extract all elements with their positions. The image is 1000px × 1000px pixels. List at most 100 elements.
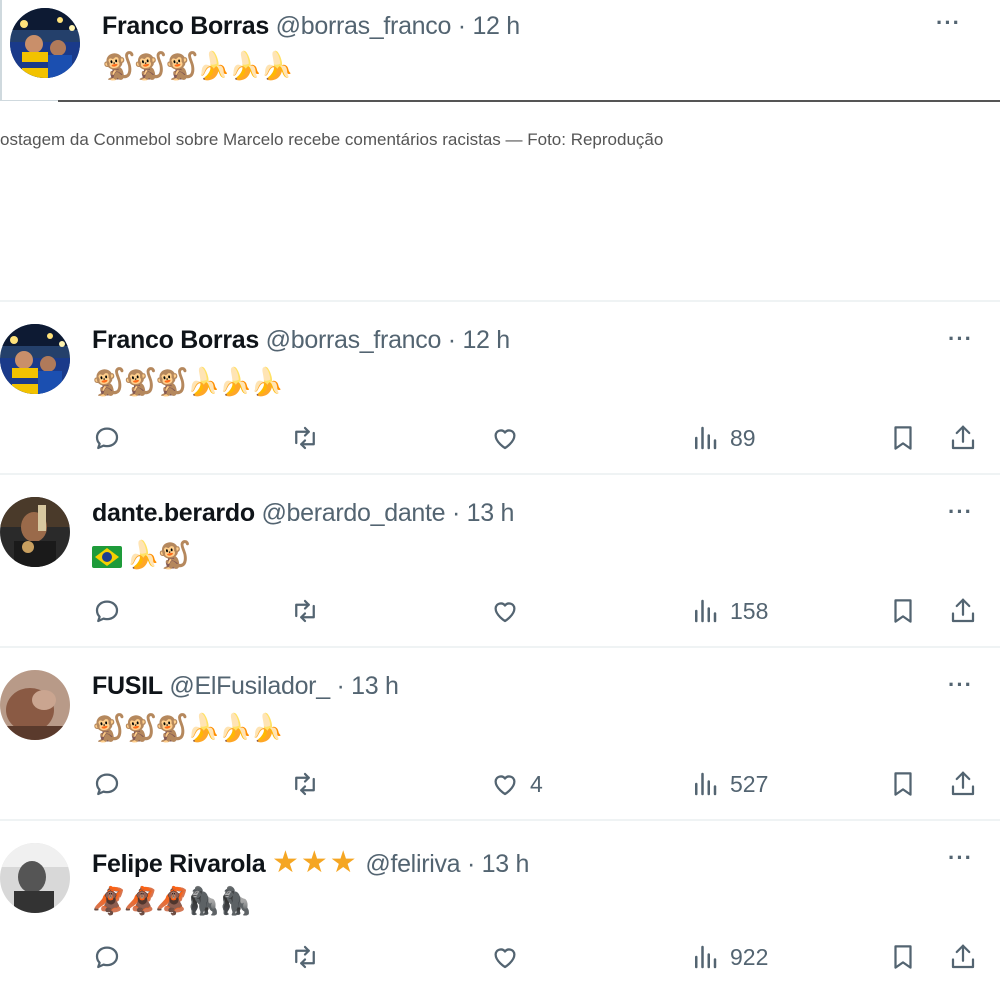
- more-icon[interactable]: ···: [948, 847, 973, 869]
- like-button[interactable]: 4: [490, 766, 543, 802]
- retweet-button[interactable]: [290, 766, 320, 802]
- tweet[interactable]: Franco Borras @borras_franco · 12 h 🐒🐒🐒🍌…: [0, 300, 1000, 475]
- avatar-fusil[interactable]: [0, 670, 70, 740]
- tweet-text: 🦧🦧🦧🦍🦍: [92, 886, 252, 917]
- like-count: 4: [530, 770, 543, 797]
- tweet-header: Felipe Rivarola ★★★ @feliriva · 13 h: [92, 845, 529, 880]
- heart-icon: [494, 429, 516, 450]
- tweet-text: 🐒🐒🐒🍌🍌🍌: [92, 367, 284, 398]
- avatar-franco-borras-top[interactable]: [10, 8, 80, 78]
- separator: ·: [466, 850, 475, 878]
- view-count: 922: [730, 943, 769, 970]
- tweet-text: 🐒🐒🐒🍌🍌🍌: [92, 713, 284, 744]
- tweet-text: 🍌🐒: [126, 540, 191, 571]
- bookmark-button[interactable]: [888, 939, 918, 975]
- timestamp[interactable]: 12 h: [472, 12, 520, 40]
- reply-icon: [95, 427, 119, 450]
- views-icon: [695, 772, 717, 796]
- action-bar: 4 527: [0, 766, 1000, 802]
- share-icon: [951, 944, 975, 969]
- user-handle[interactable]: @borras_franco: [266, 326, 442, 354]
- reply-icon: [95, 946, 119, 969]
- share-button[interactable]: [948, 939, 978, 975]
- card-border: [0, 0, 2, 100]
- stars-icon: ★★★: [272, 846, 359, 879]
- avatar-franco-borras[interactable]: [0, 324, 70, 394]
- like-button[interactable]: [490, 939, 530, 975]
- bookmark-icon: [894, 945, 912, 969]
- views-button[interactable]: 527: [690, 766, 768, 802]
- photo-caption: ostagem da Conmebol sobre Marcelo recebe…: [0, 130, 664, 149]
- view-count: 158: [730, 597, 769, 624]
- tweet-header: FUSIL @ElFusilador_ · 13 h: [92, 672, 399, 701]
- bookmark-button[interactable]: [888, 766, 918, 802]
- share-button[interactable]: [948, 766, 978, 802]
- like-button[interactable]: [490, 593, 530, 629]
- heart-icon: [494, 948, 516, 969]
- views-icon: [695, 599, 717, 623]
- timestamp[interactable]: 13 h: [482, 850, 530, 878]
- share-button[interactable]: [948, 420, 978, 456]
- view-count: 527: [730, 770, 769, 797]
- divider: [0, 100, 58, 101]
- retweet-button[interactable]: [290, 593, 320, 629]
- retweet-icon: [295, 945, 315, 969]
- views-button[interactable]: 89: [690, 420, 756, 456]
- retweet-icon: [295, 426, 315, 450]
- user-name[interactable]: Felipe Rivarola: [92, 850, 266, 878]
- user-handle[interactable]: @berardo_dante: [261, 499, 445, 527]
- views-icon: [695, 945, 717, 969]
- timestamp[interactable]: 13 h: [351, 672, 399, 700]
- timestamp[interactable]: 12 h: [462, 326, 510, 354]
- more-icon[interactable]: ···: [936, 12, 961, 34]
- more-icon[interactable]: ···: [948, 328, 973, 350]
- bookmark-icon: [894, 599, 912, 623]
- separator: ·: [447, 326, 456, 354]
- timestamp[interactable]: 13 h: [467, 499, 515, 527]
- reply-button[interactable]: [92, 766, 122, 802]
- divider: [58, 100, 1000, 102]
- user-name[interactable]: Franco Borras: [102, 12, 269, 40]
- separator: ·: [457, 12, 466, 40]
- more-icon[interactable]: ···: [948, 501, 973, 523]
- reply-button[interactable]: [92, 420, 122, 456]
- action-bar: 158: [0, 593, 1000, 629]
- user-handle[interactable]: @ElFusilador_: [169, 672, 330, 700]
- retweet-icon: [295, 599, 315, 623]
- avatar-felipe-rivarola[interactable]: [0, 843, 70, 913]
- user-handle[interactable]: @borras_franco: [276, 12, 452, 40]
- tweet-content: 🍌🐒: [92, 539, 191, 571]
- views-button[interactable]: 158: [690, 593, 768, 629]
- top-tweet[interactable]: Franco Borras @borras_franco · 12 h 🐒🐒🐒🍌…: [0, 0, 1000, 102]
- share-button[interactable]: [948, 593, 978, 629]
- user-name[interactable]: dante.berardo: [92, 499, 255, 527]
- tweet-text: 🐒🐒🐒🍌🍌🍌: [102, 51, 294, 82]
- views-icon: [695, 426, 717, 450]
- action-bar: 922: [0, 939, 1000, 975]
- separator: ·: [336, 672, 345, 700]
- tweet[interactable]: Felipe Rivarola ★★★ @feliriva · 13 h 🦧🦧🦧…: [0, 819, 1000, 994]
- retweet-button[interactable]: [290, 939, 320, 975]
- retweet-button[interactable]: [290, 420, 320, 456]
- tweet[interactable]: dante.berardo @berardo_dante · 13 h 🍌🐒 ·…: [0, 473, 1000, 648]
- user-name[interactable]: FUSIL: [92, 672, 163, 700]
- share-icon: [951, 598, 975, 623]
- reply-button[interactable]: [92, 593, 122, 629]
- user-name[interactable]: Franco Borras: [92, 326, 259, 354]
- bookmark-button[interactable]: [888, 420, 918, 456]
- avatar-dante-berardo[interactable]: [0, 497, 70, 567]
- heart-icon: [494, 602, 516, 623]
- brazil-flag-icon: [92, 545, 122, 568]
- user-handle[interactable]: @feliriva: [365, 850, 460, 878]
- bookmark-icon: [894, 772, 912, 796]
- views-button[interactable]: 922: [690, 939, 768, 975]
- reply-icon: [95, 773, 119, 796]
- bookmark-icon: [894, 426, 912, 450]
- more-icon[interactable]: ···: [948, 674, 973, 696]
- reply-icon: [95, 600, 119, 623]
- bookmark-button[interactable]: [888, 593, 918, 629]
- share-icon: [951, 771, 975, 796]
- tweet[interactable]: FUSIL @ElFusilador_ · 13 h 🐒🐒🐒🍌🍌🍌 ··· 4 …: [0, 646, 1000, 821]
- reply-button[interactable]: [92, 939, 122, 975]
- like-button[interactable]: [490, 420, 530, 456]
